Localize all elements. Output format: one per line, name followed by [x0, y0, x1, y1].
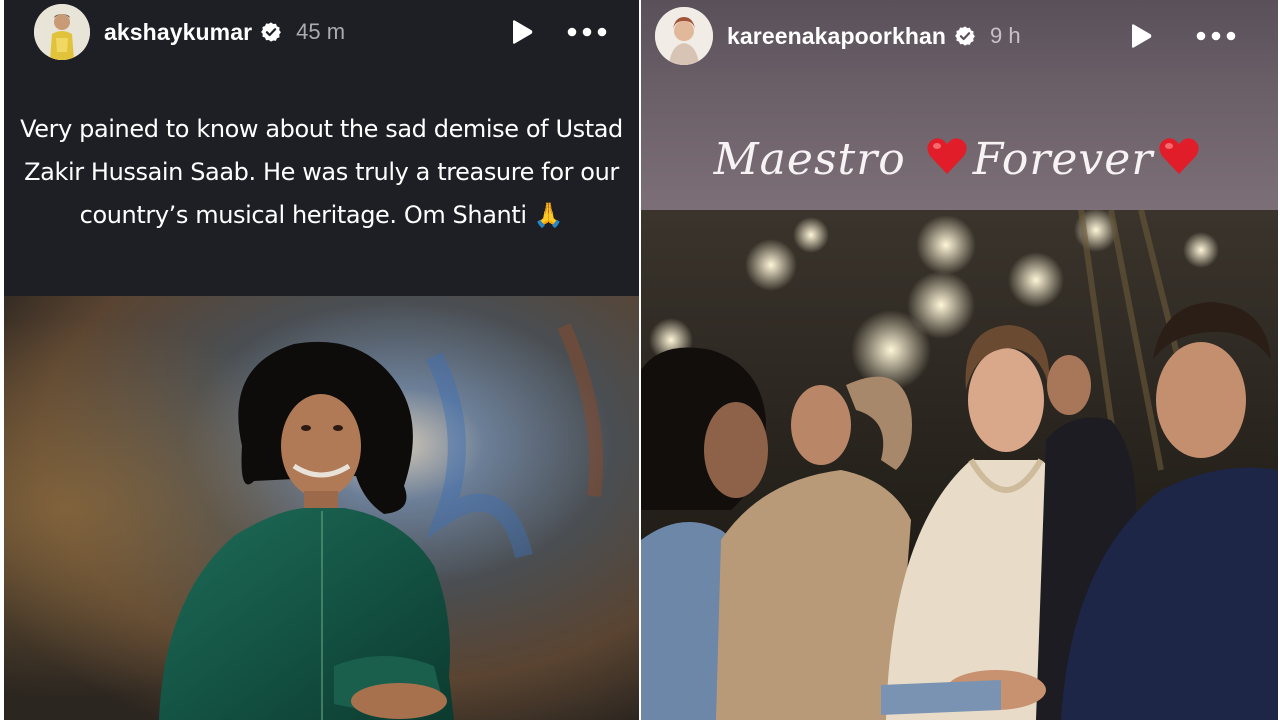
caption-line: Very pained to know about the sad demise…	[20, 115, 623, 143]
caption-line: Zakir Hussain Saab. He was truly a treas…	[24, 158, 619, 186]
avatar[interactable]	[34, 4, 90, 60]
post-time: 45 m	[296, 19, 346, 44]
overlay-word-maestro: Maestro	[713, 134, 906, 185]
play-button[interactable]	[1126, 21, 1156, 51]
play-icon	[513, 20, 533, 44]
heart-icon	[927, 138, 967, 174]
play-button[interactable]	[507, 17, 537, 47]
event-image	[641, 210, 1278, 720]
avatar[interactable]	[655, 7, 713, 65]
story-header: akshaykumar 45 m	[4, 0, 639, 64]
heart-icon	[1159, 138, 1199, 174]
story-akshaykumar: akshaykumar 45 m Very pained to know abo…	[4, 0, 639, 720]
more-icon	[1196, 31, 1236, 41]
post-time: 9 h	[990, 23, 1021, 48]
story-header: kareenakapoorkhan 9 h	[641, 0, 1278, 72]
portrait-photo	[4, 296, 639, 720]
event-photo	[641, 210, 1278, 720]
username[interactable]: akshaykumar	[104, 19, 252, 46]
story-overlay-text: Maestro Forever	[641, 134, 1278, 185]
portrait-image	[4, 296, 639, 720]
overlay-word-forever: Forever	[972, 134, 1154, 185]
avatar-image	[655, 7, 713, 65]
verified-badge-icon	[261, 22, 282, 42]
caption-line: country’s musical heritage. Om Shanti 🙏	[79, 201, 564, 229]
story-kareenakapoorkhan: kareenakapoorkhan 9 h Maestro Forever	[641, 0, 1278, 720]
story-caption: Very pained to know about the sad demise…	[4, 108, 639, 237]
more-options-button[interactable]	[1194, 21, 1238, 51]
more-options-button[interactable]	[565, 17, 609, 47]
username[interactable]: kareenakapoorkhan	[727, 23, 946, 50]
avatar-image	[34, 4, 90, 60]
more-icon	[567, 27, 607, 37]
verified-badge-icon	[955, 26, 975, 46]
play-icon	[1132, 24, 1152, 48]
